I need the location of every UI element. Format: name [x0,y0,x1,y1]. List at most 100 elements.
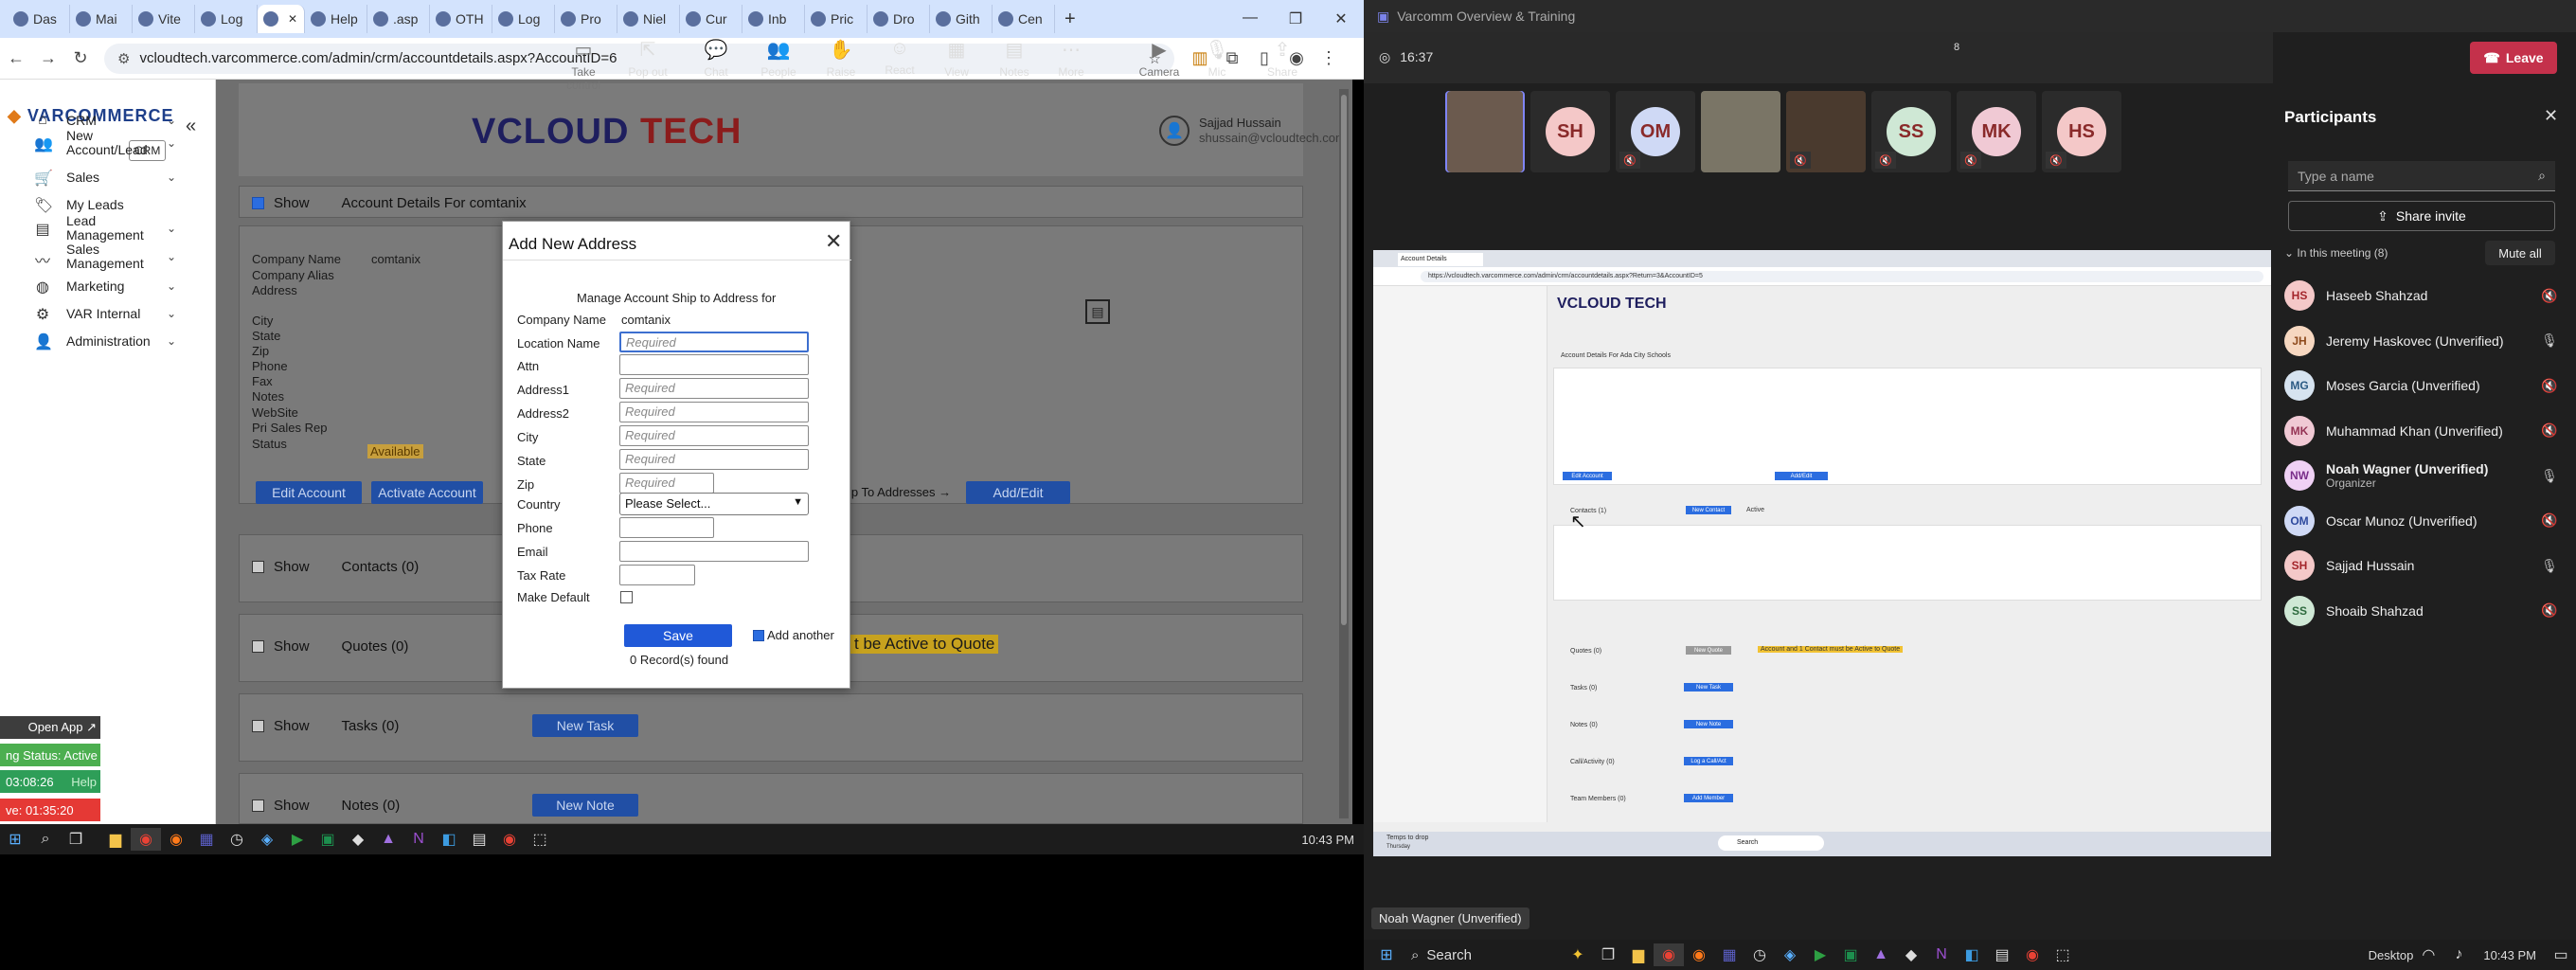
excel-icon[interactable]: ▣ [1835,943,1866,966]
share-invite-button[interactable]: ⇪ Share invite [2288,201,2555,231]
add-edit-address-button[interactable]: Add/Edit [966,481,1070,504]
participant-search-input[interactable]: Type a name ⌕ [2288,161,2555,191]
close-icon[interactable]: ✕ [825,229,842,254]
participant-video-tile[interactable] [1445,91,1525,172]
wifi-icon[interactable]: ◠ [2413,943,2443,966]
camera-button[interactable]: ▶ Camera [1131,38,1188,79]
browser-tab[interactable]: Das [8,5,70,33]
participant-row[interactable]: HS Haseeb Shahzad 🔇 [2284,280,2559,311]
react-button[interactable]: ☺ React [871,38,928,77]
new-task-button[interactable]: New Task [532,714,638,737]
address1-input[interactable]: Required [619,378,809,399]
pop-out-button[interactable]: ⇱ Pop out [619,38,676,79]
app-tray-icon[interactable]: ⬚ [2048,943,2078,966]
participant-video-tile[interactable]: SS 🔇 [1871,91,1951,172]
participant-video-tile[interactable]: 🔇 [1786,91,1866,172]
participant-row[interactable]: OM Oscar Munoz (Unverified) 🔇 [2284,505,2559,536]
participant-row[interactable]: JH Jeremy Haskovec (Unverified) 🎙 [2284,325,2559,356]
chat-button[interactable]: 💬 Chat [688,38,744,79]
task-view-icon[interactable]: ❐ [1593,943,1623,966]
in-meeting-toggle[interactable]: ⌄ In this meeting (8) [2284,246,2388,260]
sidebar-item-new-account-lead[interactable]: 👥 New Account/Lead ⌄ [34,129,186,157]
file-explorer-icon[interactable]: ▆ [1623,943,1654,966]
reload-icon[interactable]: ↻ [64,48,97,68]
notepad-icon[interactable]: ▤ [464,828,494,851]
take-control-button[interactable]: ▭ Take control [555,38,612,92]
browser-tab[interactable]: Log [195,5,258,33]
browser-tab[interactable]: Cur [680,5,742,33]
chrome-icon[interactable]: ◉ [1654,943,1684,966]
clock-icon[interactable]: ◷ [222,828,252,851]
tax-rate-input[interactable] [619,565,695,585]
address2-input[interactable]: Required [619,402,809,422]
sidebar-item-var-internal[interactable]: ⚙ VAR Internal ⌄ [34,299,186,328]
browser-tab[interactable]: Dro [868,5,930,33]
quotes-show-checkbox[interactable] [252,640,264,653]
browser-tab[interactable]: Log [492,5,555,33]
chrome-profile-icon[interactable]: ◉ [2017,943,2048,966]
browser-tab[interactable]: OTH [430,5,492,33]
sidebar-item-lead-management[interactable]: ▤ Lead Management ⌄ [34,214,186,242]
browser-tab[interactable]: Mai [70,5,133,33]
contacts-show-toggle[interactable]: Show Contacts (0) [252,559,419,575]
location-name-input[interactable]: Required [619,332,809,352]
quotes-show-toggle[interactable]: Show Quotes (0) [252,638,408,655]
participant-video-tile[interactable] [1701,91,1780,172]
chrome-icon[interactable]: ◉ [131,828,161,851]
excel-icon[interactable]: ▣ [313,828,343,851]
country-select[interactable]: Please Select... ▼ [619,493,809,515]
notes-button[interactable]: ▤ Notes [986,38,1043,79]
vpn-icon[interactable]: ◈ [252,828,282,851]
participant-video-tile[interactable]: MK 🔇 [1957,91,2036,172]
browser-tab[interactable]: Inb [742,5,805,33]
browser-tab[interactable]: ✕ [258,5,305,33]
participant-video-tile[interactable]: SH [1530,91,1610,172]
participant-video-tile[interactable]: OM 🔇 [1616,91,1695,172]
archive-icon[interactable]: ▤ [1085,299,1110,324]
sidebar-item-sales-management[interactable]: 〰 Sales Management ⌄ [34,242,186,271]
participant-row[interactable]: MK Muhammad Khan (Unverified) 🔇 [2284,415,2559,446]
mic-icon[interactable]: 🎙 [2540,332,2559,349]
help-link[interactable]: Help [71,775,97,789]
new-note-button[interactable]: New Note [532,794,638,817]
mic-muted-icon[interactable]: 🔇 [2540,512,2559,529]
clock-icon[interactable]: ◷ [1744,943,1775,966]
mic-muted-icon[interactable]: 🔇 [2540,422,2559,439]
browser-tab[interactable]: Cen [993,5,1055,33]
copilot-icon[interactable]: ✦ [1563,943,1593,966]
edit-account-button[interactable]: Edit Account [256,481,362,504]
notes-show-toggle[interactable]: Show Notes (0) [252,798,400,814]
scrollbar-thumb[interactable] [1341,95,1347,625]
leave-button[interactable]: ☎ Leave [2470,42,2557,74]
teams-icon[interactable]: ▦ [191,828,222,851]
menu-kebab-icon[interactable]: ⋮ [1313,48,1345,68]
raise-button[interactable]: ✋ Raise [813,38,869,79]
browser-tab[interactable]: Pro [555,5,617,33]
windows-start-icon[interactable]: ⊞ [0,828,30,851]
tasks-show-toggle[interactable]: Show Tasks (0) [252,718,399,734]
browser-tab[interactable]: Pric [805,5,868,33]
app-icon[interactable]: ◆ [1896,943,1926,966]
mic-muted-icon[interactable]: 🔇 [2540,602,2559,619]
taskbar-search[interactable]: ⌕ Search [1411,947,1525,963]
visual-studio-icon[interactable]: ▲ [373,828,403,851]
vpn-icon[interactable]: ◈ [1775,943,1805,966]
back-icon[interactable]: ← [0,48,32,68]
mic-button[interactable]: 🎙 Mic [1189,38,1245,79]
terminal-icon[interactable]: ▶ [1805,943,1835,966]
participant-row[interactable]: NW Noah Wagner (Unverified) Organizer 🎙 [2284,460,2559,491]
new-tab-icon[interactable]: + [1064,9,1076,30]
browser-tab[interactable]: Niel [617,5,680,33]
teams-icon[interactable]: ▦ [1714,943,1744,966]
view-button[interactable]: ▦ View [928,38,985,79]
volume-icon[interactable]: ♪ [2443,943,2474,966]
collapse-sidebar-icon[interactable]: « [186,116,196,137]
browser-tab[interactable]: Vite [133,5,195,33]
minimize-window-icon[interactable]: — [1227,9,1273,28]
browser-tab[interactable]: Help [305,5,367,33]
visual-studio-icon[interactable]: ▲ [1866,943,1896,966]
state-input[interactable]: Required [619,449,809,470]
app-tray-icon[interactable]: ⬚ [525,828,555,851]
app-icon[interactable]: ◆ [343,828,373,851]
notes-show-checkbox[interactable] [252,799,264,812]
